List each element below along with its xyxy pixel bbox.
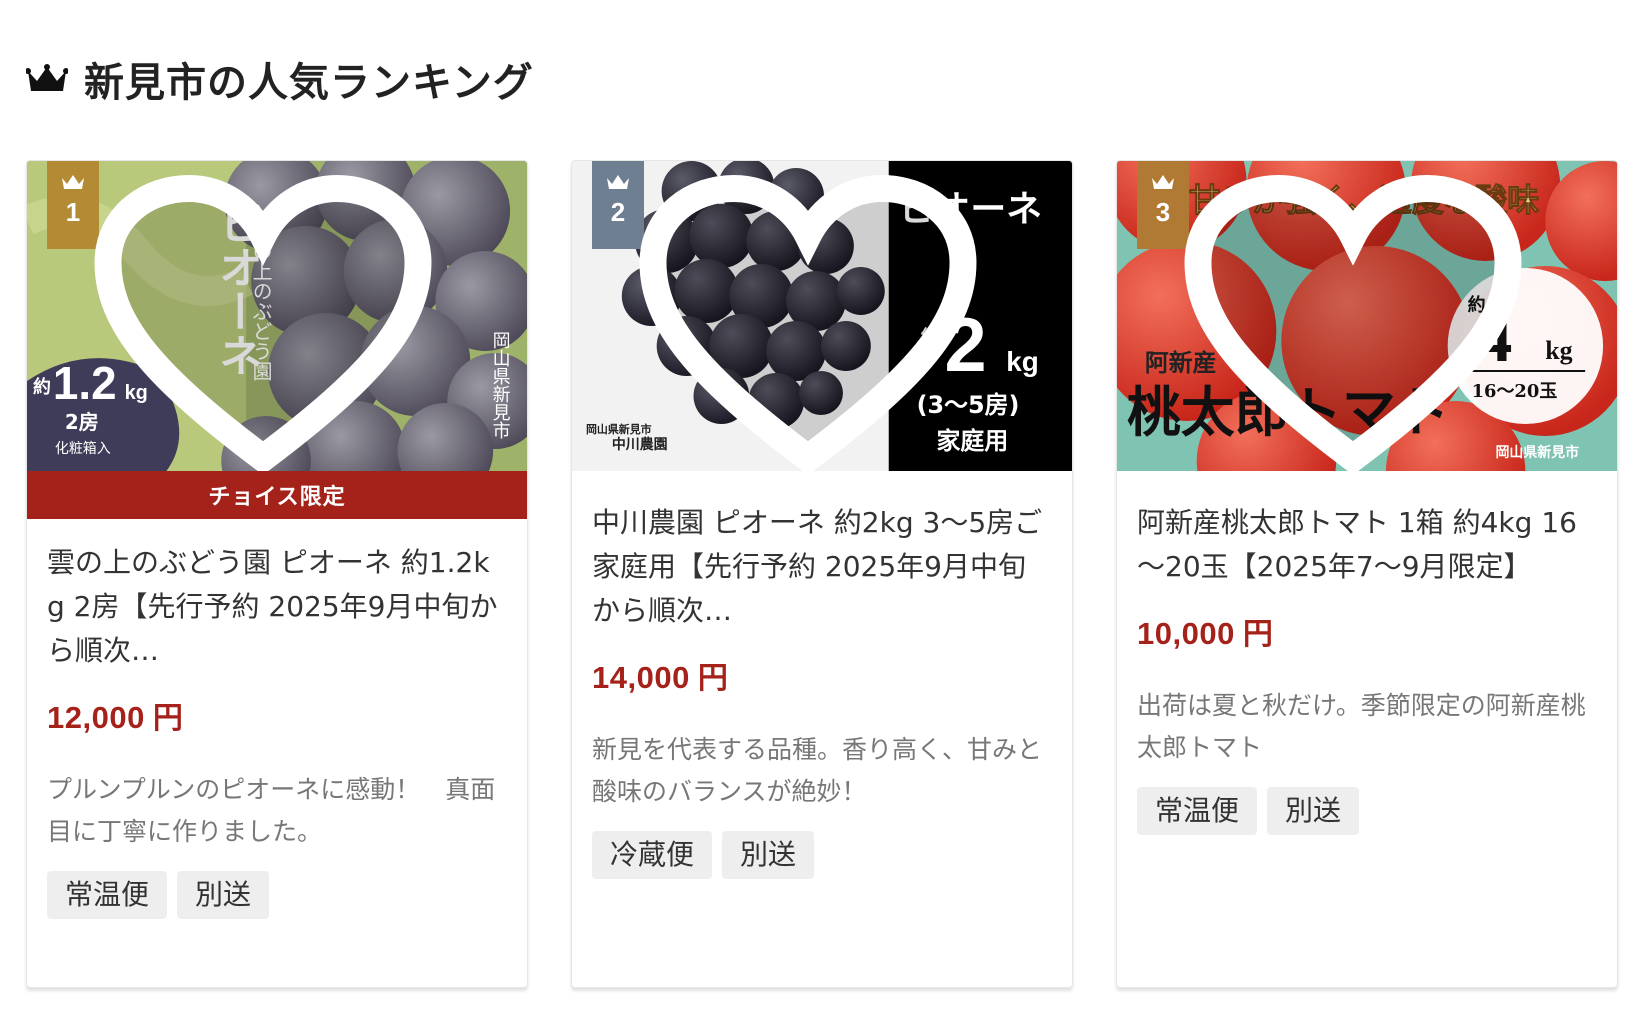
page-title: 新見市の人気ランキング: [84, 60, 534, 106]
product-image-3[interactable]: 甘みが強く、適度な酸味 阿新産 桃太郎トマト 約 4 kg 16～20玉 岡山県…: [1117, 161, 1617, 471]
heart-icon[interactable]: [27, 175, 513, 471]
product-price: 14,000 円: [592, 660, 729, 696]
product-price: 10,000 円: [1137, 616, 1274, 652]
tag-list: 常温便 別送: [1137, 787, 1597, 835]
product-title[interactable]: 阿新産桃太郎トマト 1箱 約4kg 16～20玉【2025年7～9月限定】: [1137, 501, 1597, 589]
product-image-1[interactable]: ピオーネ 雲の上のぶどう園 岡山県新見市 約 1.2 kg 2房 化粧箱入 1: [27, 161, 527, 471]
product-title[interactable]: 雲の上のぶどう園 ピオーネ 約1.2kg 2房【先行予約 2025年9月中旬から…: [47, 541, 507, 673]
ranking-heading: 新見市の人気ランキング: [26, 50, 534, 108]
tag: 別送: [177, 871, 270, 919]
tag-list: 冷蔵便 別送: [592, 831, 1052, 879]
product-description: 新見を代表する品種。香り高く、甘みと酸味のバランスが絶妙！: [592, 735, 1043, 806]
tag: 別送: [1267, 787, 1360, 835]
tag-list: 常温便 別送: [47, 871, 507, 919]
product-image-2[interactable]: 岡山県新見市 中川農園 ピオーネ 約 2 kg (3～5房) 家庭用 2: [572, 161, 1072, 471]
heart-icon[interactable]: [572, 175, 1058, 471]
limited-badge: チョイス限定: [27, 471, 527, 519]
product-description: 出荷は夏と秋だけ。季節限定の阿新産桃太郎トマト: [1137, 691, 1586, 762]
crown-icon: [26, 64, 68, 91]
product-price: 12,000 円: [47, 700, 184, 736]
product-card-3[interactable]: 甘みが強く、適度な酸味 阿新産 桃太郎トマト 約 4 kg 16～20玉 岡山県…: [1116, 160, 1618, 988]
tag: 常温便: [47, 871, 168, 919]
ranking-list: ピオーネ 雲の上のぶどう園 岡山県新見市 約 1.2 kg 2房 化粧箱入 1 …: [26, 160, 1618, 988]
heart-icon[interactable]: [1117, 175, 1603, 471]
product-title[interactable]: 中川農園 ピオーネ 約2kg 3～5房ご家庭用【先行予約 2025年9月中旬から…: [592, 501, 1052, 633]
product-card-2[interactable]: 岡山県新見市 中川農園 ピオーネ 約 2 kg (3～5房) 家庭用 2 中川農…: [571, 160, 1073, 988]
product-card-1[interactable]: ピオーネ 雲の上のぶどう園 岡山県新見市 約 1.2 kg 2房 化粧箱入 1 …: [26, 160, 528, 988]
tag: 別送: [722, 831, 815, 879]
product-description: プルンプルンのピオーネに感動！ 真面目に丁寧に作りました。: [47, 775, 496, 846]
tag: 冷蔵便: [592, 831, 713, 879]
tag: 常温便: [1137, 787, 1258, 835]
